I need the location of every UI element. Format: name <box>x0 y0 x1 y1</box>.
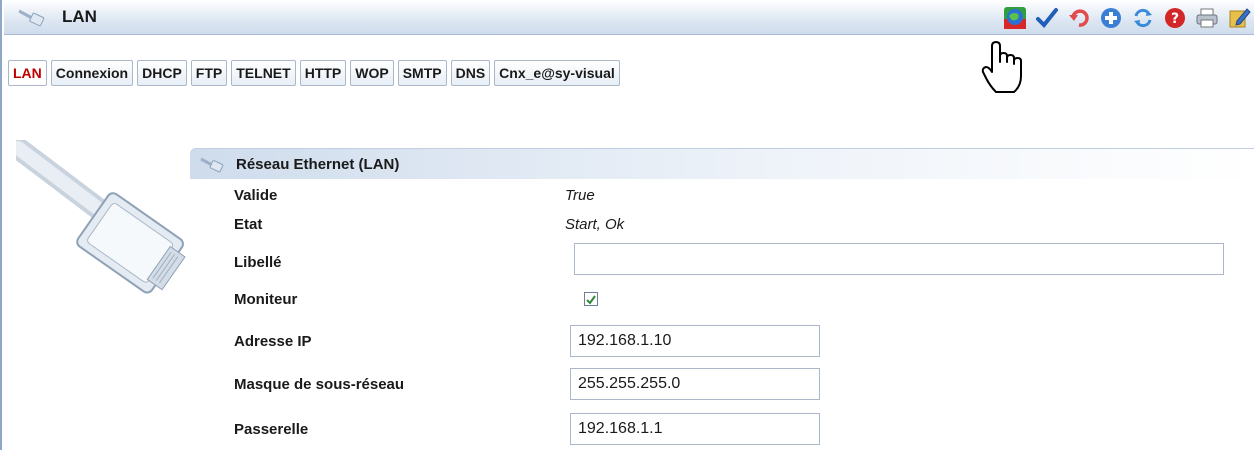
hand-cursor-icon <box>981 41 1022 93</box>
valide-label: Valide <box>234 187 278 204</box>
tab-wop[interactable]: WOP <box>350 60 394 86</box>
cable-icon <box>200 157 224 173</box>
section-header: Réseau Ethernet (LAN) <box>190 148 1254 179</box>
tab-dns[interactable]: DNS <box>450 60 491 86</box>
window-title: LAN <box>62 7 97 26</box>
valide-value: True <box>565 187 595 204</box>
cable-icon <box>18 9 45 27</box>
section-title: Réseau Ethernet (LAN) <box>236 156 400 173</box>
tab-smtp[interactable]: SMTP <box>397 60 447 86</box>
undo-icon[interactable] <box>1066 5 1092 31</box>
svg-text:?: ? <box>1171 11 1179 27</box>
tab-ftp[interactable]: FTP <box>190 60 228 86</box>
checkmark-icon <box>586 295 596 305</box>
add-icon[interactable] <box>1098 5 1124 31</box>
toolbar: ? <box>1002 3 1252 33</box>
tab-dhcp[interactable]: DHCP <box>137 60 187 86</box>
tab-cnx-easy-visual[interactable]: Cnx_e@sy-visual <box>494 60 620 86</box>
edit-icon[interactable] <box>1226 5 1252 31</box>
tab-bar: LAN Connexion DHCP FTP TELNET HTTP WOP S… <box>8 60 620 86</box>
ip-label: Adresse IP <box>234 333 312 350</box>
validate-check-icon[interactable] <box>1034 5 1060 31</box>
etat-label: Etat <box>234 216 263 233</box>
tab-connexion[interactable]: Connexion <box>50 60 134 86</box>
libelle-field[interactable] <box>574 243 1224 275</box>
print-icon[interactable] <box>1194 5 1220 31</box>
etat-value: Start, Ok <box>565 216 625 233</box>
tab-lan[interactable]: LAN <box>8 60 47 86</box>
main-window: LAN ? LAN Connexion DHCP FTP TELNET HTTP… <box>0 0 1254 450</box>
gateway-field[interactable] <box>570 413 820 445</box>
moniteur-label: Moniteur <box>234 291 298 308</box>
refresh-globe-icon[interactable] <box>1002 5 1028 31</box>
libelle-label: Libellé <box>234 254 282 271</box>
title-bar: LAN ? <box>4 0 1254 35</box>
mask-label: Masque de sous-réseau <box>234 376 405 393</box>
moniteur-checkbox[interactable] <box>584 292 598 306</box>
tab-telnet[interactable]: TELNET <box>231 60 296 86</box>
ethernet-cable-illustration <box>16 140 186 294</box>
subnet-mask-field[interactable] <box>570 368 820 400</box>
reload-icon[interactable] <box>1130 5 1156 31</box>
help-icon[interactable]: ? <box>1162 5 1188 31</box>
tab-http[interactable]: HTTP <box>299 60 347 86</box>
ip-address-field[interactable] <box>570 325 820 357</box>
gateway-label: Passerelle <box>234 421 309 438</box>
